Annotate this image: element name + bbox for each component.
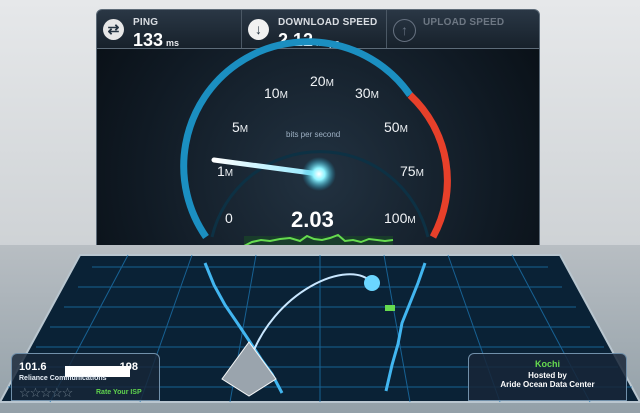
- speedtest-screen: ⇄ PING 133 ms ↓ DOWNLOAD SPEED 2.12 Mbps ↑…: [0, 0, 640, 413]
- tick-label-5-number: 5: [232, 119, 240, 135]
- tick-label-30-unit: M: [371, 90, 379, 101]
- green-marker: [385, 305, 395, 311]
- tick-label-75: 75M: [400, 163, 424, 179]
- server-panel[interactable]: Kochi Hosted by Aride Ocean Data Center: [468, 353, 627, 401]
- tick-label-1: 1M: [217, 163, 233, 179]
- client-location-panel: 101.6.198 Reliance Communications ☆☆☆☆☆ …: [11, 353, 160, 401]
- tick-label-5: 5M: [232, 119, 248, 135]
- ip-address: 101.6.198: [19, 361, 138, 377]
- isp-name: Reliance Communications: [19, 375, 107, 382]
- server-name: Aride Ocean Data Center: [500, 380, 595, 389]
- tick-label-30: 30M: [355, 85, 379, 101]
- tick-label-1-number: 1: [217, 163, 225, 179]
- rating-stars[interactable]: ☆☆☆☆☆: [19, 385, 73, 401]
- tick-label-10-number: 10: [264, 85, 280, 101]
- tick-label-100: 100M: [384, 210, 416, 226]
- pyramid-marker: [220, 341, 278, 399]
- tick-label-50-unit: M: [400, 124, 408, 135]
- tick-label-50: 50M: [384, 119, 408, 135]
- tick-label-50-number: 50: [384, 119, 400, 135]
- rate-isp-link[interactable]: Rate Your ISP: [96, 389, 142, 396]
- bps-label: bits per second: [286, 130, 341, 139]
- tick-label-75-unit: M: [416, 168, 424, 179]
- tick-label-30-number: 30: [355, 85, 371, 101]
- tick-label-20: 20M: [310, 73, 334, 89]
- tick-label-75-number: 75: [400, 163, 416, 179]
- pyramid-shape: [221, 341, 277, 397]
- tick-label-5-unit: M: [240, 124, 248, 135]
- tick-label-100-number: 100: [384, 210, 408, 226]
- gauge-hub: [302, 157, 336, 191]
- tick-label-10: 10M: [264, 85, 288, 101]
- ip-prefix: 101.6: [19, 361, 47, 373]
- hosted-by-label: Hosted by: [528, 371, 567, 380]
- server-city: Kochi: [534, 359, 560, 369]
- tick-label-0: 0: [225, 210, 233, 226]
- current-speed: 2.03: [291, 207, 334, 232]
- pyramid-svg: [221, 341, 277, 397]
- tick-label-20-unit: M: [326, 78, 334, 89]
- tick-label-100-unit: M: [407, 215, 415, 226]
- server-ping: [364, 275, 380, 291]
- tick-label-20-number: 20: [310, 73, 326, 89]
- tick-label-1-unit: M: [225, 168, 233, 179]
- tick-label-10-unit: M: [280, 90, 288, 101]
